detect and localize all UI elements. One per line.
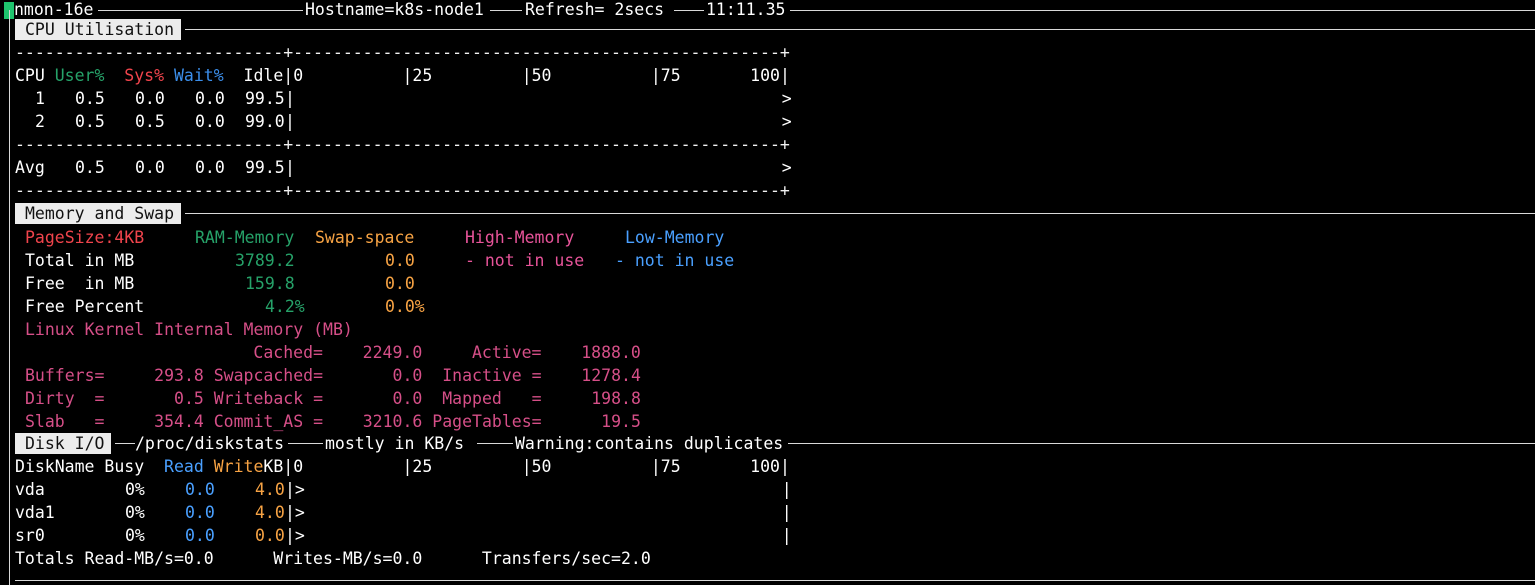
disk-totals: Totals Read-MB/s=0.0 Writes-MB/s=0.0 Tra… — [15, 549, 651, 568]
disk-row-2-read: 0.0 — [185, 503, 215, 522]
low-memory-status: - not in use — [615, 251, 735, 270]
cpu-avg-idle: 99.5 — [245, 158, 285, 177]
ram-header: RAM-Memory — [195, 228, 295, 247]
disk-row-1-busy: 0% — [125, 480, 145, 499]
cpu-dash-mid: ---------------------------+------------… — [15, 135, 790, 154]
disk-rule-3 — [477, 443, 513, 444]
col-idle: Idle — [243, 66, 284, 85]
disk-row-2-write: 4.0 — [255, 503, 285, 522]
free-percent-ram: 4.2% — [265, 297, 305, 316]
cpu-header-row: CPU User% Sys% Wait% Idle|0 |25 |50 |75 … — [15, 64, 790, 87]
free-percent-swap: 0.0% — [385, 297, 425, 316]
cpu-avg-bar: | > — [285, 158, 792, 177]
high-memory-status: - not in use — [465, 251, 585, 270]
disk-row-3-bar: |> | — [285, 526, 792, 545]
disk-row-1-bar: |> | — [285, 480, 792, 499]
cpu-avg-sys: 0.0 — [135, 158, 165, 177]
disk-row-2-busy: 0% — [125, 503, 145, 522]
kernel-line-4: Slab = 354.4 Commit_AS = 3210.6 PageTabl… — [25, 412, 641, 431]
header-rule-2 — [490, 10, 522, 11]
cpu-row-1-id: 1 — [35, 89, 45, 108]
memory-section-tab[interactable]: Memory and Swap — [15, 203, 182, 224]
disk-row-3-name: sr0 — [15, 526, 45, 545]
free-swap: 0.0 — [385, 274, 415, 293]
disk-row-1-name: vda — [15, 480, 45, 499]
col-write: Write — [213, 457, 264, 476]
disk-row-2-bar: |> | — [285, 503, 792, 522]
kernel-title: Linux Kernel Internal Memory (MB) — [25, 320, 353, 339]
disk-rule-4 — [788, 443, 1535, 444]
col-sys: Sys% — [124, 66, 165, 85]
col-diskname: DiskName — [15, 457, 95, 476]
cpu-row-1-wait: 0.0 — [195, 89, 225, 108]
disk-row-1-write: 4.0 — [255, 480, 285, 499]
header-rule-3 — [674, 10, 704, 11]
col-user: User% — [54, 66, 105, 85]
swap-header: Swap-space — [315, 228, 415, 247]
disk-row-1-read: 0.0 — [185, 480, 215, 499]
kernel-line-3: Dirty = 0.5 Writeback = 0.0 Mapped = 198… — [25, 389, 641, 408]
cpu-avg-user: 0.5 — [75, 158, 105, 177]
col-kb: KB — [263, 457, 284, 476]
low-memory-header: Low-Memory — [625, 228, 725, 247]
cpu-row-1-sys: 0.0 — [135, 89, 165, 108]
kernel-line-1: Cached= 2249.0 Active= 1888.0 — [15, 343, 641, 362]
disk-header-row: DiskName Busy Read WriteKB|0 |25 |50 |75… — [15, 455, 790, 478]
col-busy: Busy — [104, 457, 145, 476]
disk-row-3-busy: 0% — [125, 526, 145, 545]
col-wait: Wait% — [173, 66, 224, 85]
col-read: Read — [164, 457, 204, 476]
free-ram: 159.8 — [245, 274, 295, 293]
cpu-row-1-idle: 99.5 — [245, 89, 285, 108]
cpu-row-1-user: 0.5 — [75, 89, 105, 108]
cpu-dash-bottom: ---------------------------+------------… — [15, 181, 790, 200]
total-ram: 3789.2 — [235, 251, 295, 270]
cpu-scale: |0 |25 |50 |75 100| — [283, 66, 790, 85]
cpu-section-rule — [185, 29, 1535, 30]
free-label: Free in MB — [25, 274, 135, 293]
cpu-section-tab[interactable]: CPU Utilisation — [15, 19, 182, 40]
high-memory-header: High-Memory — [465, 228, 575, 247]
cpu-row-2-id: 2 — [35, 112, 45, 131]
disk-section-tab[interactable]: Disk I/O — [15, 433, 112, 454]
cpu-dash-top: ---------------------------+------------… — [15, 43, 790, 62]
disk-warning: Warning:contains duplicates — [515, 434, 784, 453]
clock: 11:11.35 — [706, 0, 786, 19]
disk-row-2-name: vda1 — [15, 503, 55, 522]
disk-rule-1 — [115, 443, 135, 444]
col-cpu: CPU — [15, 66, 45, 85]
disk-source: /proc/diskstats — [135, 434, 285, 453]
refresh-rate: Refresh= 2secs — [525, 0, 665, 19]
disk-row-3-read: 0.0 — [185, 526, 215, 545]
kernel-line-2: Buffers= 293.8 Swapcached= 0.0 Inactive … — [25, 366, 641, 385]
free-percent-label: Free Percent — [25, 297, 145, 316]
disk-rule-2 — [288, 443, 323, 444]
header-rule-1 — [98, 10, 303, 11]
bottom-rule — [15, 580, 1535, 581]
cpu-avg-wait: 0.0 — [195, 158, 225, 177]
program-name: nmon-16e — [14, 0, 94, 19]
cpu-row-2-wait: 0.0 — [195, 112, 225, 131]
total-label: Total in MB — [25, 251, 135, 270]
hostname: Hostname=k8s-node1 — [305, 0, 484, 19]
cpu-row-2-user: 0.5 — [75, 112, 105, 131]
total-swap: 0.0 — [385, 251, 415, 270]
disk-units: mostly in KB/s — [325, 434, 465, 453]
header-rule-4 — [790, 10, 1535, 11]
cpu-row-1-bar: | > — [285, 89, 792, 108]
cpu-avg-label: Avg — [15, 158, 45, 177]
cpu-row-2-bar: | > — [285, 112, 792, 131]
memory-section-rule — [185, 213, 1535, 214]
pagesize: PageSize:4KB — [25, 228, 145, 247]
cpu-row-2-sys: 0.5 — [135, 112, 165, 131]
cpu-row-2-idle: 99.0 — [245, 112, 285, 131]
left-border — [9, 10, 10, 585]
disk-row-3-write: 0.0 — [255, 526, 285, 545]
disk-scale: |0 |25 |50 |75 100| — [283, 457, 790, 476]
